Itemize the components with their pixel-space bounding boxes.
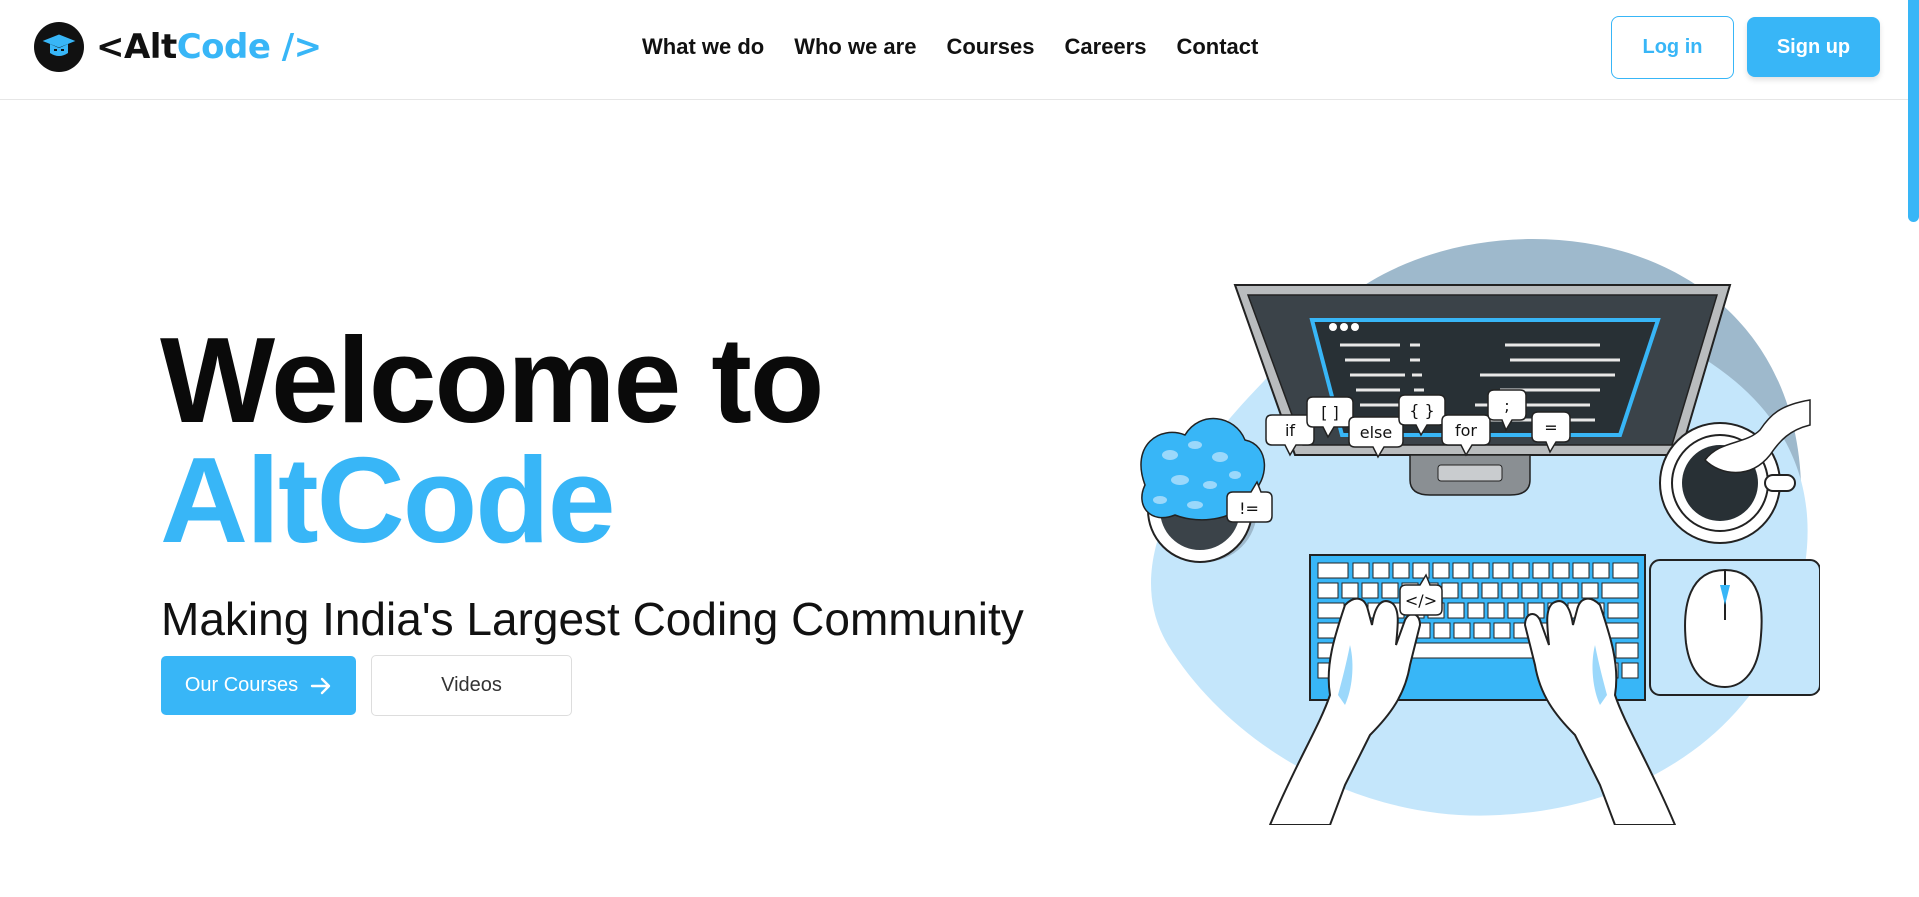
- our-courses-button[interactable]: Our Courses: [161, 656, 356, 715]
- brand-name-prefix: <Alt: [96, 27, 177, 67]
- nav-link-courses[interactable]: Courses: [946, 34, 1034, 60]
- svg-text:for: for: [1455, 421, 1477, 440]
- videos-button[interactable]: Videos: [371, 655, 572, 716]
- svg-text:!=: !=: [1239, 499, 1259, 518]
- hero-title-line2: AltCode: [160, 432, 616, 568]
- nav-link-who-we-are[interactable]: Who we are: [794, 34, 916, 60]
- arrow-right-icon: [310, 677, 331, 694]
- hero-subtitle: Making India's Largest Coding Community: [161, 593, 1024, 645]
- navbar: <AltCode /> What we do Who we are Course…: [0, 0, 1919, 100]
- brand-name: <AltCode />: [96, 27, 322, 67]
- svg-text:{ }: { }: [1409, 401, 1434, 420]
- svg-text:;: ;: [1504, 396, 1509, 415]
- nav-link-what-we-do[interactable]: What we do: [642, 34, 764, 60]
- hero-title: Welcome to AltCode: [160, 312, 824, 568]
- svg-text:if: if: [1285, 421, 1295, 440]
- mouse-icon: [1649, 559, 1820, 696]
- svg-text:[ ]: [ ]: [1321, 403, 1339, 422]
- main-nav: What we do Who we are Courses Careers Co…: [642, 34, 1258, 60]
- signup-button[interactable]: Sign up: [1747, 17, 1880, 77]
- nav-link-contact[interactable]: Contact: [1176, 34, 1258, 60]
- svg-text:=: =: [1544, 418, 1557, 437]
- our-courses-label: Our Courses: [184, 674, 299, 696]
- scrollbar-thumb[interactable]: [1908, 0, 1919, 222]
- svg-text:else: else: [1360, 423, 1392, 442]
- nav-link-careers[interactable]: Careers: [1065, 34, 1147, 60]
- brand-name-highlight: Code />: [176, 27, 322, 67]
- graduation-cap-icon: [34, 22, 84, 72]
- brand[interactable]: <AltCode />: [34, 22, 322, 72]
- hero-illustration: if [ ] else { } for ; = != </>: [1140, 239, 1820, 825]
- hero-title-line1: Welcome to: [160, 312, 824, 448]
- plant-icon: [1140, 418, 1266, 563]
- svg-text:</>: </>: [1405, 591, 1437, 610]
- login-button[interactable]: Log in: [1611, 16, 1734, 79]
